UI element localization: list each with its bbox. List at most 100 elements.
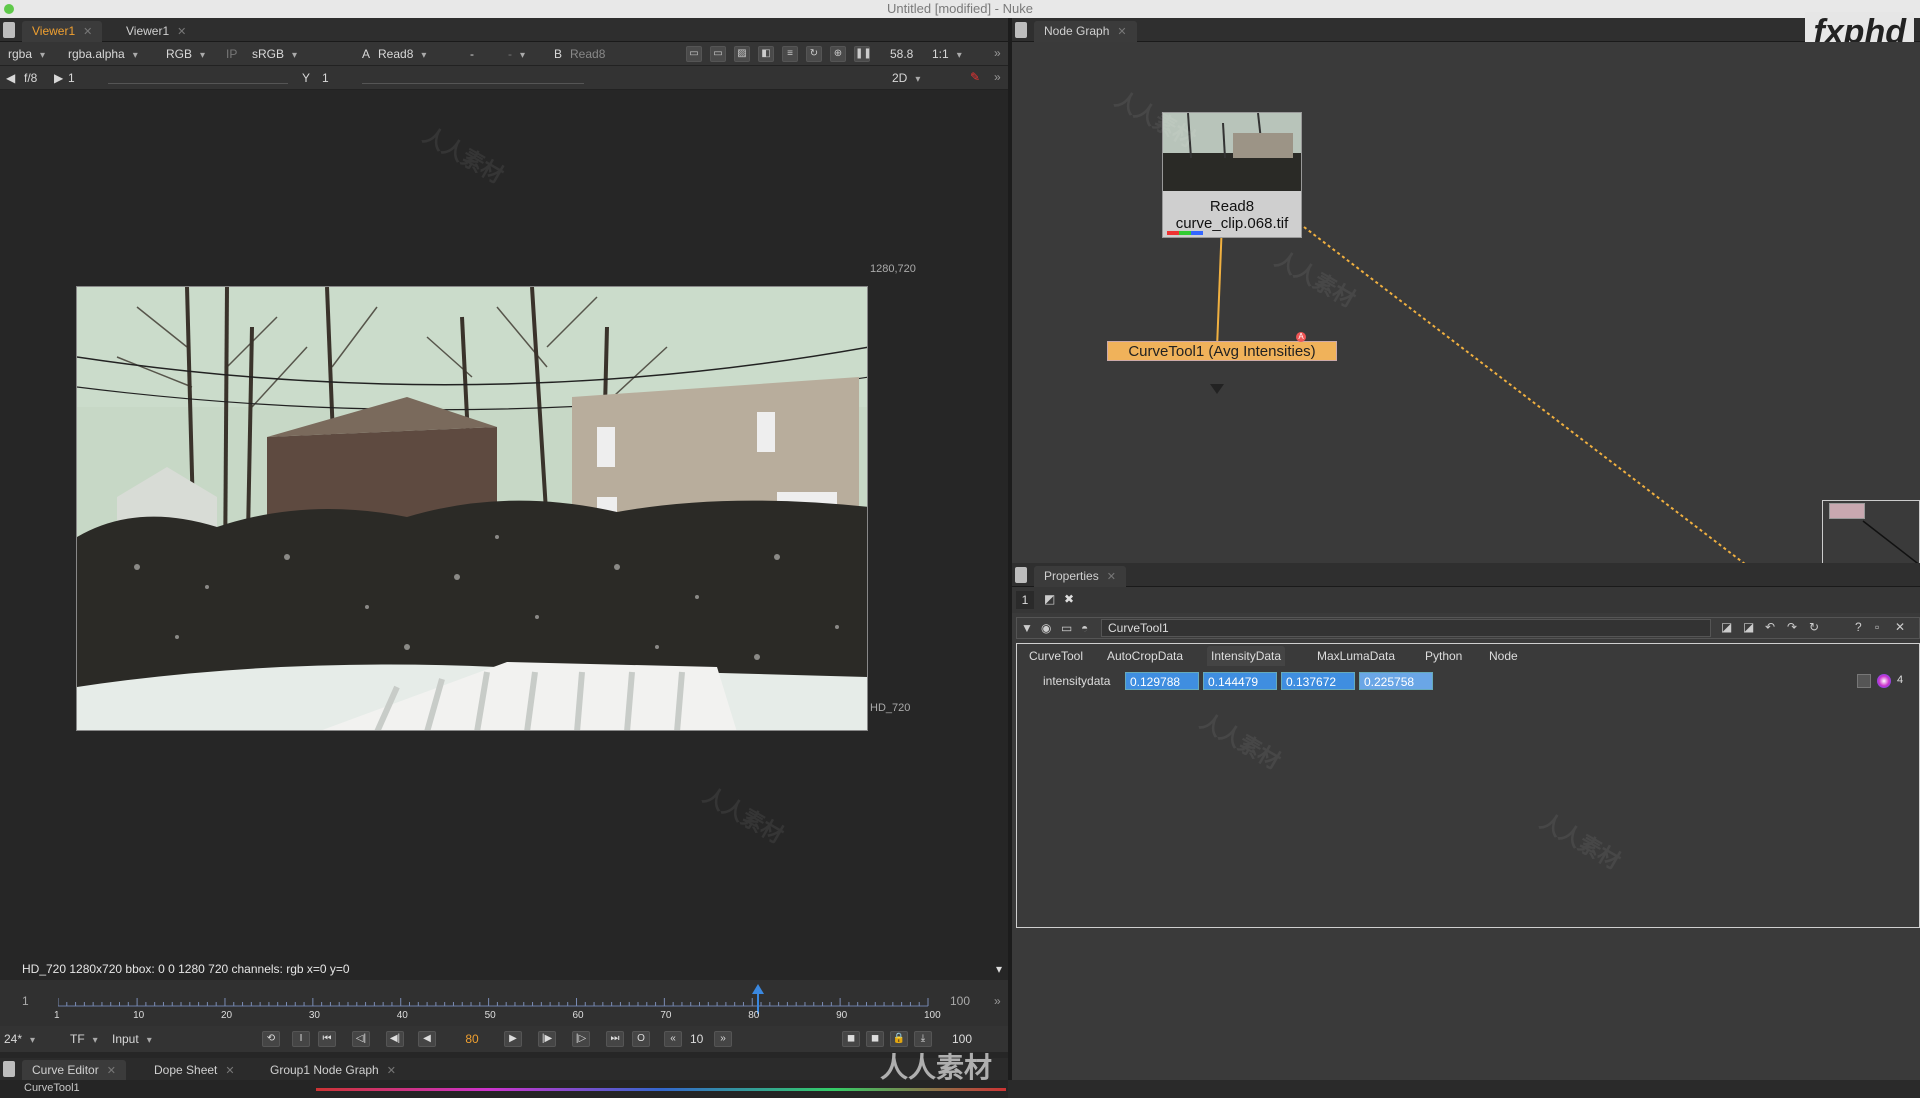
pin-icon[interactable]: ◩ [1044,592,1055,606]
gain-slider[interactable] [108,72,288,84]
intensity-r-field[interactable]: 0.129788 [1125,672,1199,690]
tab-curvetool[interactable]: CurveTool [1025,646,1087,666]
clear-panels-icon[interactable]: ✖ [1064,592,1074,606]
gain-value[interactable]: 1 [68,71,75,85]
tab-viewer1[interactable]: Viewer1 ✕ [116,21,196,42]
step-forward-icon[interactable]: |▶ [538,1031,556,1047]
refresh-icon[interactable]: ↻ [806,46,822,62]
lock-icon[interactable]: 🔒 [890,1031,908,1047]
color-icon[interactable]: ◓ [1081,621,1088,635]
first-frame-icon[interactable]: ⏮ [318,1031,336,1047]
frame-increment[interactable]: 10 [690,1032,703,1046]
tab-node[interactable]: Node [1485,646,1522,666]
revert-icon[interactable]: ↻ [1809,620,1819,634]
out-frame-field[interactable]: 100 [952,1032,972,1046]
current-frame-field[interactable]: 80 [452,1031,492,1047]
node-graph-canvas[interactable]: Read8 curve_clip.068.tif CurveTool1 (Avg… [1012,42,1920,577]
export-icon[interactable]: ⤓ [914,1031,932,1047]
play-backward-icon[interactable]: ◀ [418,1031,436,1047]
tab-intensitydata[interactable]: IntensityData [1207,646,1286,666]
more-chevron-icon-2[interactable]: » [994,70,1001,84]
a-input-dropdown[interactable]: Read8 [378,47,426,61]
more-chevron-icon[interactable]: » [994,46,1001,60]
collapse-icon[interactable]: ▼ [1021,621,1033,635]
gamma-value[interactable]: 1 [322,71,329,85]
skip-back-icon[interactable]: « [664,1031,682,1047]
pause-icon[interactable]: ❚❚ [854,46,872,62]
node-graph-grip-icon[interactable] [1015,22,1027,38]
timeline-end-frame[interactable]: 100 [950,994,970,1008]
b-input-dropdown[interactable]: Read8 [570,47,605,61]
timeline-more-icon[interactable]: » [994,994,1001,1008]
fstop-right-arrow-icon[interactable]: ▶ [54,71,63,85]
close-window-button[interactable] [4,4,14,14]
paint-brush-icon[interactable]: ✎ [970,70,980,84]
tab-node-graph[interactable]: Node Graph ✕ [1034,21,1137,42]
channel-count[interactable]: 4 [1897,674,1903,686]
read8-node[interactable]: Read8 curve_clip.068.tif [1162,112,1302,238]
target-icon[interactable]: ⊕ [830,46,846,62]
viewer-image[interactable] [76,286,868,731]
tab-properties[interactable]: Properties ✕ [1034,566,1126,587]
alpha-dropdown[interactable]: rgba.alpha [68,47,138,61]
tab-curve-editor[interactable]: Curve Editor ✕ [22,1060,126,1081]
zebra-icon[interactable]: ▨ [734,46,750,62]
redo-icon[interactable]: ↷ [1787,620,1797,634]
intensity-a-field[interactable]: 0.225758 [1359,672,1433,690]
wipe-dropdown[interactable]: - [508,47,525,61]
intensity-g-field[interactable]: 0.144479 [1203,672,1277,690]
fstop-left-arrow-icon[interactable]: ◀ [6,71,15,85]
tab-python[interactable]: Python [1421,646,1466,666]
proxy-icon[interactable]: ◧ [758,46,774,62]
list-item[interactable]: CurveTool1 [24,1082,80,1094]
timeline-start-frame[interactable]: 1 [22,994,29,1008]
intensity-b-field[interactable]: 0.137672 [1281,672,1355,690]
fps-dropdown[interactable]: 24* [4,1032,35,1046]
skip-forward-icon[interactable]: » [714,1031,732,1047]
pane-grip-icon[interactable] [3,22,15,38]
lines-icon[interactable]: ≡ [782,46,798,62]
tab-group1-node-graph[interactable]: Group1 Node Graph ✕ [260,1060,406,1081]
input-dropdown[interactable]: Input [112,1032,152,1046]
display-dropdown[interactable]: RGB [166,47,205,61]
help-icon[interactable]: ? [1855,620,1862,634]
tab-dope-sheet[interactable]: Dope Sheet ✕ [144,1060,245,1081]
last-frame-icon[interactable]: ⏭ [606,1031,624,1047]
tab-viewer1-active[interactable]: Viewer1 ✕ [22,21,103,42]
camera-icon[interactable]: ▭ [1061,621,1072,635]
lut-dropdown[interactable]: sRGB [252,47,297,61]
ip-button[interactable]: IP [226,47,237,61]
in-point-icon[interactable]: I [292,1031,310,1047]
step-back-icon[interactable]: ◀| [386,1031,404,1047]
channels-dropdown[interactable]: rgba [8,47,45,61]
node-name-field[interactable]: CurveTool1 [1101,619,1711,637]
color-picker-icon[interactable] [1877,674,1891,688]
gamma-slider[interactable] [362,72,584,84]
prev-keyframe-icon[interactable]: ◁| [352,1031,370,1047]
edit2-icon[interactable]: ◪ [1743,620,1754,634]
expand-status-icon[interactable]: ▾ [996,958,1002,980]
tab-maxlumadata[interactable]: MaxLumaData [1313,646,1399,666]
play-forward-icon[interactable]: ▶ [504,1031,522,1047]
flipbook-icon[interactable]: ◼ [842,1031,860,1047]
composite-dropdown[interactable]: - [470,47,474,61]
out-point-icon[interactable]: O [632,1031,650,1047]
stop-icon[interactable]: ◼ [866,1031,884,1047]
zoom-dropdown[interactable]: 1:1 [932,47,962,61]
roi-icon[interactable]: ▭ [686,46,702,62]
properties-grip-icon[interactable] [1015,567,1027,583]
loop-icon[interactable]: ⟲ [262,1031,280,1047]
close-panel-icon[interactable]: ✕ [1895,620,1905,634]
fstop-value[interactable]: f/8 [24,71,37,85]
max-panels-field[interactable]: 1 [1016,591,1034,609]
overlay-icon[interactable]: ▭ [710,46,726,62]
animation-menu-icon[interactable] [1857,674,1871,688]
float-icon[interactable]: ▫ [1875,620,1879,634]
edit-icon[interactable]: ◪ [1721,620,1732,634]
eye-icon[interactable]: ◉ [1041,621,1051,635]
next-keyframe-icon[interactable]: |▷ [572,1031,590,1047]
undo-icon[interactable]: ↶ [1765,620,1775,634]
tf-dropdown[interactable]: TF [70,1032,98,1046]
bottom-pane-grip-icon[interactable] [3,1061,15,1077]
curvetool1-node[interactable]: CurveTool1 (Avg Intensities) A [1107,332,1337,361]
